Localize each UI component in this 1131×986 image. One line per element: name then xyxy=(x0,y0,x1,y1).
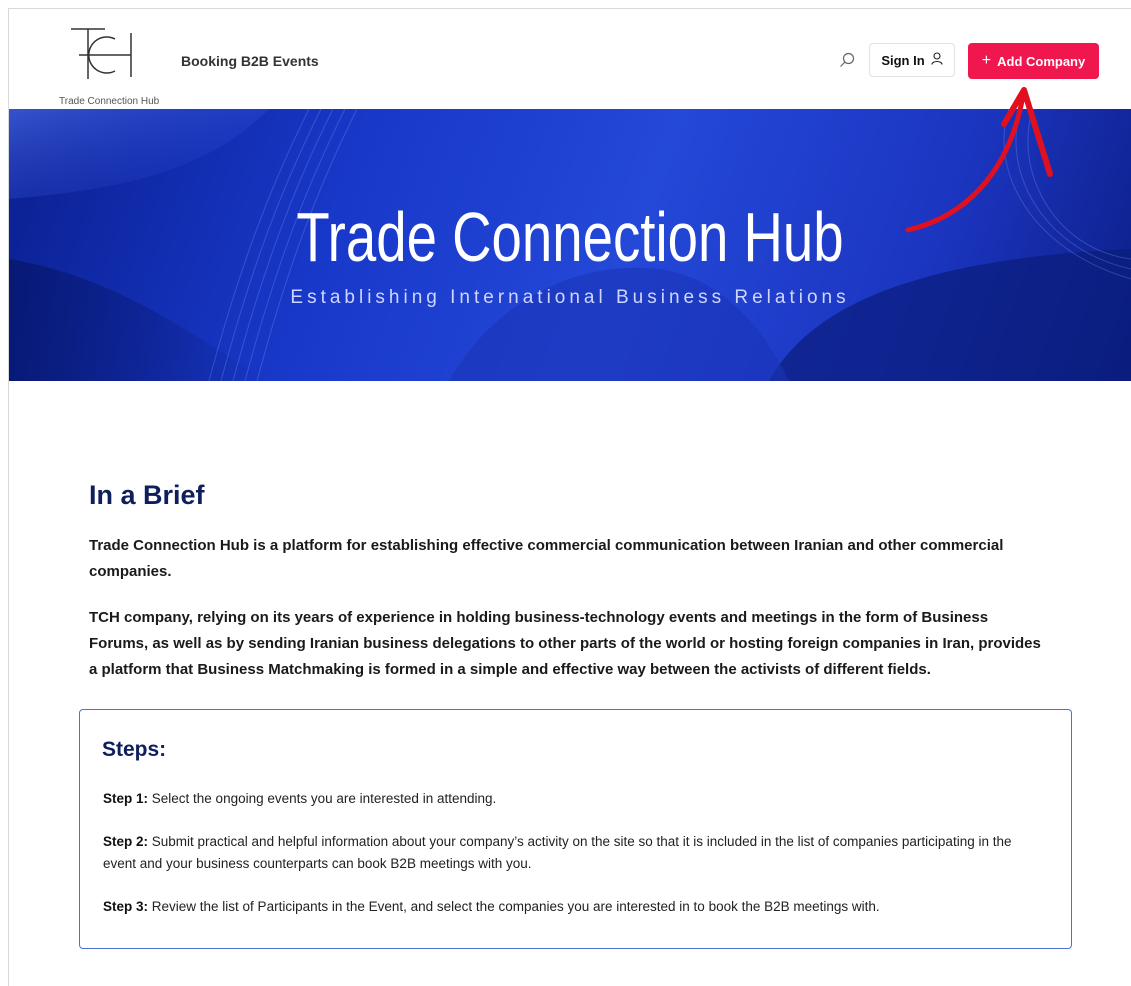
step-label: Step 2: xyxy=(103,834,149,849)
nav-booking-b2b-events[interactable]: Booking B2B Events xyxy=(181,53,319,69)
brief-heading: In a Brief xyxy=(89,480,205,510)
step-label: Step 3: xyxy=(103,899,149,914)
step-1: Step 1: Select the ongoing events you ar… xyxy=(103,788,1043,810)
plus-icon: + xyxy=(981,52,992,69)
brief-paragraph-2: TCH company, relying on its years of exp… xyxy=(89,609,1041,678)
sign-in-button[interactable]: Sign In xyxy=(869,43,955,77)
site-logo[interactable]: Trade Connection Hub xyxy=(59,23,171,107)
brief-paragraph-1: Trade Connection Hub is a platform for e… xyxy=(89,537,1004,580)
step-2: Step 2: Submit practical and helpful inf… xyxy=(103,831,1043,875)
sign-in-label: Sign In xyxy=(881,52,925,68)
hero-title: Trade Connection Hub xyxy=(296,198,844,276)
user-icon xyxy=(931,52,943,68)
step-3: Step 3: Review the list of Participants … xyxy=(103,896,1043,918)
logo-text: Trade Connection Hub xyxy=(59,96,160,107)
step-label: Step 1: xyxy=(103,791,149,806)
step-text: Submit practical and helpful information… xyxy=(103,834,1012,871)
hero-subtitle: Establishing International Business Rela… xyxy=(290,287,850,308)
add-company-button[interactable]: + Add Company xyxy=(968,43,1099,79)
tch-logo-icon xyxy=(71,28,132,79)
step-text: Review the list of Participants in the E… xyxy=(148,899,880,914)
red-arrow-annotation xyxy=(905,87,1053,233)
steps-heading: Steps: xyxy=(102,738,167,761)
steps-box: Steps: Step 1: Select the ongoing events… xyxy=(79,709,1072,949)
add-company-label: Add Company xyxy=(997,53,1086,69)
step-text: Select the ongoing events you are intere… xyxy=(148,791,497,806)
search-icon[interactable] xyxy=(839,52,855,68)
